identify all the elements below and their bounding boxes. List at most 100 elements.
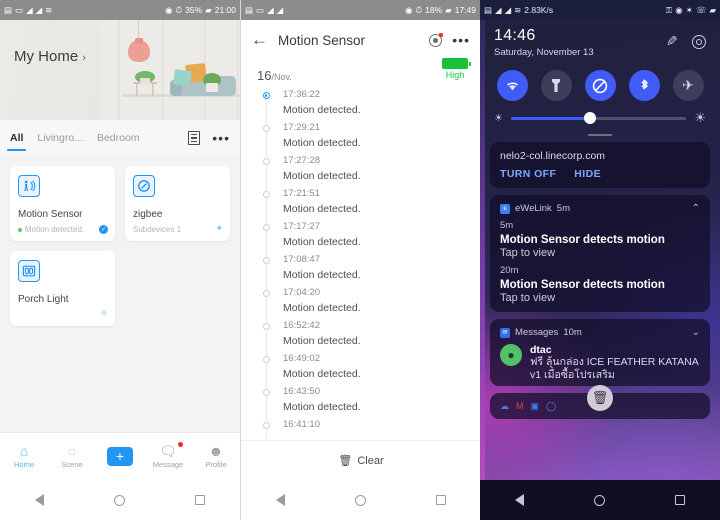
back-icon[interactable] <box>35 494 44 506</box>
notification-app-header: ✉ Messages 10m ⌄ <box>500 327 700 338</box>
battery-icon <box>442 58 471 69</box>
notification-app-header: e eWeLink 5m ⌃ <box>500 203 700 214</box>
log-entry: 17:27:28 Motion detected. <box>257 153 480 185</box>
home-hero-banner: My Home › <box>0 20 240 120</box>
notification-messages[interactable]: ✉ Messages 10m ⌄ ● dtac ฟรี ลุ้นกล่อง IC… <box>490 319 710 386</box>
timeline-dot-icon <box>262 422 270 429</box>
log-entry: 17:29:21 Motion detected. <box>257 120 480 152</box>
status-bar-2: ▤ ▭ ◢ ◢ ◉ ⏱ 18% ▰ 17:49 <box>241 0 480 20</box>
notification-url[interactable]: nelo2-col.linecorp.com TURN OFF HIDE <box>490 142 710 188</box>
back-icon[interactable] <box>276 494 285 506</box>
slider-knob[interactable] <box>583 112 596 124</box>
home-icon[interactable] <box>594 494 605 506</box>
timeline-dot-icon <box>262 356 270 363</box>
brightness-slider[interactable] <box>510 112 687 124</box>
more-icon[interactable]: ••• <box>212 131 230 145</box>
panel-device-log: ▤ ▭ ◢ ◢ ◉ ⏱ 18% ▰ 17:49 ← Motion Sensor … <box>240 0 480 520</box>
device-name: zigbee <box>133 209 163 220</box>
eye-icon: ◉ <box>165 4 173 15</box>
list-icon[interactable] <box>188 131 201 145</box>
drag-handle[interactable] <box>588 134 612 136</box>
chevron-down-icon[interactable]: ⌄ <box>692 327 700 338</box>
online-dot-icon <box>18 227 22 232</box>
signal2-icon: ◢ <box>504 4 512 15</box>
motion-sensor-icon <box>18 175 40 197</box>
device-card-porch-light[interactable]: Porch Light ⚛ <box>10 251 115 326</box>
battery-icon: ▰ <box>709 4 716 15</box>
signal-icon: ◢ <box>26 4 33 15</box>
notification-url-text: nelo2-col.linecorp.com <box>500 150 606 162</box>
network-speed: 2.83K/s <box>524 5 554 15</box>
event-log-list[interactable]: 17:36:22 Motion detected. 17:29:21 Motio… <box>241 87 480 439</box>
camera-icon[interactable] <box>429 32 444 47</box>
status-bar-3: ▤ ◢ ◢ ≋ 2.83K/s ⚿ ◉ ✶ ☏ ▰ <box>480 0 720 20</box>
device-header: ← Motion Sensor ••• <box>241 20 480 60</box>
tab-profile[interactable]: ☻ Profile <box>194 444 238 469</box>
turn-off-button[interactable]: TURN OFF <box>500 168 556 180</box>
quick-settings-row: ✈ <box>480 62 720 107</box>
clear-all-button[interactable]: 🗑 <box>587 385 613 411</box>
signal-icon: ◢ <box>267 4 274 15</box>
bluetooth-toggle[interactable] <box>628 70 660 101</box>
tab-home[interactable]: ⌂ Home <box>2 444 46 469</box>
android-navbar-1 <box>0 480 240 520</box>
log-entry: 16:43:50 Motion detected. <box>257 384 480 416</box>
device-status: Motion detected. <box>18 225 84 234</box>
log-entry: 16:41:10 <box>257 417 480 432</box>
more-icon[interactable]: ••• <box>452 33 470 47</box>
home-name[interactable]: My Home › <box>14 48 86 65</box>
eye-icon: ◉ <box>405 4 413 15</box>
sync-icon: ◯ <box>546 400 557 411</box>
timeline-dot-icon <box>262 191 270 198</box>
tab-bedroom[interactable]: Bedroom <box>97 126 140 151</box>
tab-all[interactable]: All <box>6 126 27 151</box>
back-icon[interactable] <box>515 494 524 506</box>
clock-2: 17:49 <box>454 5 476 15</box>
device-name: Porch Light <box>18 294 69 305</box>
device-card-grid: Motion Sensor Motion detected. ✓ zigbee <box>0 156 240 460</box>
profile-icon: ☻ <box>208 443 224 459</box>
recents-icon[interactable] <box>436 495 446 505</box>
recents-icon[interactable] <box>195 495 205 505</box>
wifi-toggle[interactable] <box>496 70 528 101</box>
device-card-zigbee[interactable]: zigbee Subdevices 1 ✦ <box>125 166 230 241</box>
battery-status: High <box>442 58 471 80</box>
signal2-icon: ◢ <box>35 4 43 15</box>
do-not-disturb-toggle[interactable] <box>584 70 616 101</box>
sim-icon: ▤ <box>245 4 254 15</box>
living-room-photo <box>100 20 240 120</box>
chevron-up-icon[interactable]: ⌃ <box>692 203 700 214</box>
notification-title: Motion Sensor detects motion <box>500 234 665 246</box>
pencil-icon[interactable]: ✎ <box>666 33 678 50</box>
wifi-icon: ≋ <box>45 4 53 15</box>
log-entry: 17:17:27 Motion detected. <box>257 219 480 251</box>
timeline-dot-icon <box>262 257 270 264</box>
notification-body: Tap to view <box>500 247 556 259</box>
airplane-mode-toggle[interactable]: ✈ <box>672 70 704 101</box>
home-icon[interactable] <box>114 494 125 506</box>
cloud-icon: ☁ <box>500 400 509 411</box>
notification-ewelink[interactable]: e eWeLink 5m ⌃ 5m Motion Sensor detects … <box>490 195 710 312</box>
flashlight-toggle[interactable] <box>540 70 572 101</box>
tab-scene[interactable]: ◌ Scene <box>50 444 94 469</box>
tab-message[interactable]: 🗨 Message <box>146 442 190 469</box>
device-card-motion-sensor[interactable]: Motion Sensor Motion detected. ✓ <box>10 166 115 241</box>
panel-notification-shade: ▤ ◢ ◢ ≋ 2.83K/s ⚿ ◉ ✶ ☏ ▰ 14:46 Saturday… <box>480 0 720 520</box>
android-navbar-3 <box>480 480 720 520</box>
sender-name: dtac <box>530 344 552 356</box>
clear-button[interactable]: 🗑 Clear <box>241 440 480 480</box>
add-button[interactable]: + <box>98 447 142 466</box>
zigbee-badge-icon: ✦ <box>215 223 223 233</box>
home-icon[interactable] <box>355 494 366 506</box>
timeline-dot-icon <box>262 92 270 99</box>
hide-button[interactable]: HIDE <box>574 168 601 180</box>
recents-icon[interactable] <box>675 495 685 505</box>
back-arrow-icon[interactable]: ← <box>251 30 268 50</box>
gear-icon[interactable] <box>692 34 706 49</box>
device-name: Motion Sensor <box>18 209 83 220</box>
log-entry: 17:08:47 Motion detected. <box>257 252 480 284</box>
sim-icon: ▤ <box>484 4 493 15</box>
tab-livingroom[interactable]: Livingro... <box>37 126 83 151</box>
battery-icon: ▰ <box>445 4 452 15</box>
app-icon: ▣ <box>530 400 540 411</box>
